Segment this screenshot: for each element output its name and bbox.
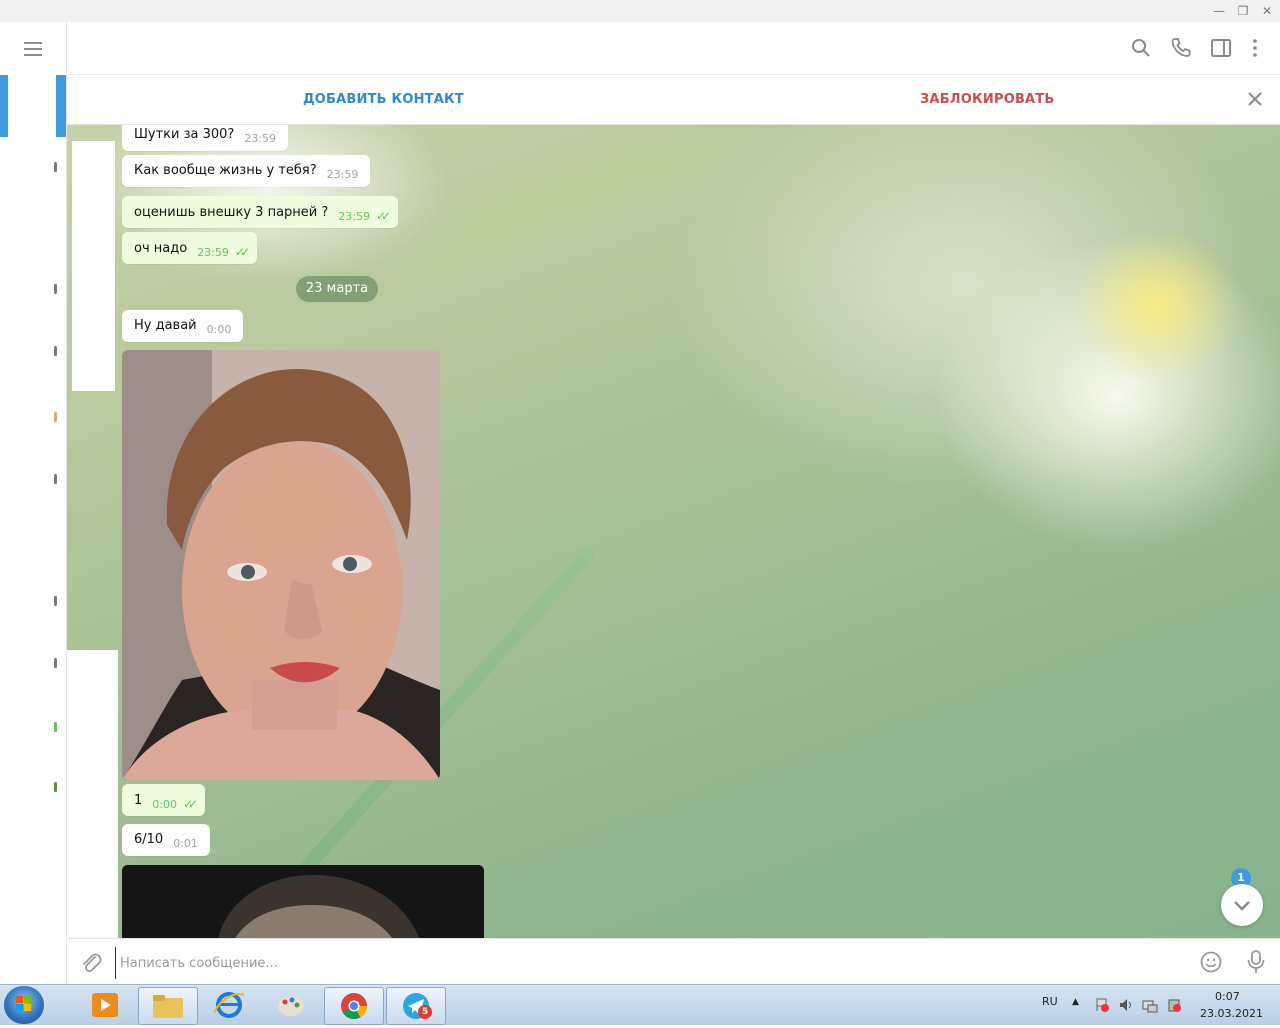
- close-icon[interactable]: [1245, 89, 1265, 109]
- chat-item-fragment[interactable]: [54, 162, 57, 172]
- phone-icon[interactable]: [1169, 36, 1193, 60]
- dark-photo: [122, 865, 484, 938]
- network-icon[interactable]: [1142, 997, 1158, 1013]
- photo-message[interactable]: [122, 865, 484, 938]
- window-titlebar: — ❐ ✕: [0, 0, 1280, 23]
- more-icon[interactable]: [1243, 36, 1267, 60]
- ie-taskbar-button[interactable]: [200, 987, 258, 1023]
- message-time: 23:59: [244, 132, 277, 145]
- paint-taskbar-button[interactable]: [262, 987, 320, 1023]
- chat-item-fragment[interactable]: [54, 596, 57, 606]
- message-time: 23:59: [338, 210, 370, 223]
- tray-expand-icon[interactable]: ▲: [1072, 997, 1079, 1007]
- message-input[interactable]: [115, 947, 1192, 979]
- folder-icon: [153, 995, 183, 1018]
- read-checks-icon: ✓✓: [182, 797, 198, 811]
- chat-item-fragment[interactable]: [54, 412, 57, 422]
- chrome-taskbar-button[interactable]: [324, 987, 384, 1025]
- message-text: Шутки за 300?: [134, 127, 235, 142]
- emoji-icon[interactable]: [1199, 950, 1223, 974]
- chrome-icon: [341, 993, 368, 1020]
- paint-icon: [278, 996, 304, 1016]
- media-player-taskbar-button[interactable]: [76, 987, 134, 1023]
- chat-item-fragment[interactable]: [54, 474, 57, 484]
- chat-item-fragment[interactable]: [54, 658, 57, 668]
- message-bubble[interactable]: 6/10 0:01: [122, 824, 210, 856]
- menu-icon[interactable]: [24, 42, 42, 56]
- internet-explorer-icon: [213, 992, 245, 1018]
- chat-header: [67, 22, 1280, 75]
- mic-icon[interactable]: [1244, 949, 1268, 975]
- scroll-down-button[interactable]: [1221, 884, 1263, 926]
- clock-date[interactable]: 23.03.2021: [1200, 1007, 1263, 1020]
- message-bubble-outgoing[interactable]: оценишь внешку 3 парней ? 23:59 ✓✓: [122, 196, 399, 228]
- power-icon[interactable]: [1166, 997, 1182, 1013]
- photo-message[interactable]: [122, 350, 440, 780]
- telegram-unread-badge: 5: [418, 1005, 432, 1019]
- date-separator: 23 марта: [296, 276, 378, 302]
- chat-item-fragment[interactable]: [54, 782, 57, 792]
- message-time: 23:59: [326, 168, 359, 181]
- attach-icon[interactable]: [79, 951, 103, 975]
- message-text: 6/10: [134, 832, 164, 847]
- message-time: 0:00: [152, 798, 177, 811]
- minimize-button[interactable]: —: [1208, 2, 1230, 20]
- message-text: Ну давай: [134, 318, 197, 333]
- message-area[interactable]: Шутки за 300? 23:59 Как вообще жизнь у те…: [67, 125, 1280, 938]
- message-bubble[interactable]: Как вообще жизнь у тебя? 23:59: [122, 155, 371, 187]
- message-text: оч надо: [134, 241, 188, 256]
- portrait-photo: [122, 350, 440, 780]
- message-text: Как вообще жизнь у тебя?: [134, 163, 317, 178]
- restore-button[interactable]: ❐: [1232, 2, 1254, 20]
- volume-icon[interactable]: [1118, 997, 1134, 1013]
- telegram-icon: [403, 993, 429, 1019]
- message-bubble[interactable]: Ну давай 0:00: [122, 310, 244, 342]
- message-bubble[interactable]: Шутки за 300? 23:59: [122, 125, 289, 151]
- panel-overlap: [67, 650, 118, 938]
- search-icon[interactable]: [1129, 36, 1153, 60]
- chat-item-fragment[interactable]: [54, 722, 57, 732]
- message-bubble-outgoing[interactable]: оч надо 23:59 ✓✓: [122, 232, 257, 264]
- message-time: 0:01: [173, 837, 198, 850]
- read-checks-icon: ✓✓: [234, 245, 250, 259]
- explorer-taskbar-button[interactable]: [138, 987, 198, 1025]
- message-bubble-outgoing[interactable]: 1 0:00 ✓✓: [122, 784, 206, 816]
- clock-time[interactable]: 0:07: [1215, 990, 1240, 1003]
- message-time: 23:59: [197, 246, 229, 259]
- start-button[interactable]: [4, 986, 44, 1024]
- windows-logo-icon: [16, 996, 31, 1011]
- telegram-taskbar-button[interactable]: [386, 987, 446, 1025]
- chat-item-fragment[interactable]: [54, 346, 57, 356]
- chat-list-panel: [0, 22, 67, 984]
- close-window-button[interactable]: ✕: [1256, 2, 1278, 20]
- language-indicator[interactable]: RU: [1042, 995, 1058, 1008]
- sidebar-toggle-icon[interactable]: [1209, 36, 1233, 60]
- message-text: оценишь внешку 3 парней ?: [134, 205, 329, 220]
- chevron-down-icon: [1234, 901, 1250, 911]
- panel-overlap: [72, 141, 115, 391]
- block-button[interactable]: ЗАБЛОКИРОВАТЬ: [920, 92, 1055, 107]
- chat-item-fragment[interactable]: [54, 284, 57, 294]
- unknown-contact-bar: ДОБАВИТЬ КОНТАКТ ЗАБЛОКИРОВАТЬ: [67, 75, 1280, 125]
- taskbar: 5 RU ▲ 0:07 23.03.2021: [0, 984, 1280, 1025]
- message-text: 1: [134, 793, 143, 808]
- active-chat-indicator: [0, 75, 8, 137]
- read-checks-icon: ✓✓: [375, 209, 391, 223]
- active-chat-item[interactable]: [56, 75, 66, 137]
- message-time: 0:00: [206, 323, 232, 336]
- add-contact-button[interactable]: ДОБАВИТЬ КОНТАКТ: [303, 92, 464, 107]
- compose-bar: [67, 938, 1280, 985]
- media-player-icon: [92, 993, 118, 1017]
- flag-warning-icon[interactable]: [1094, 997, 1110, 1013]
